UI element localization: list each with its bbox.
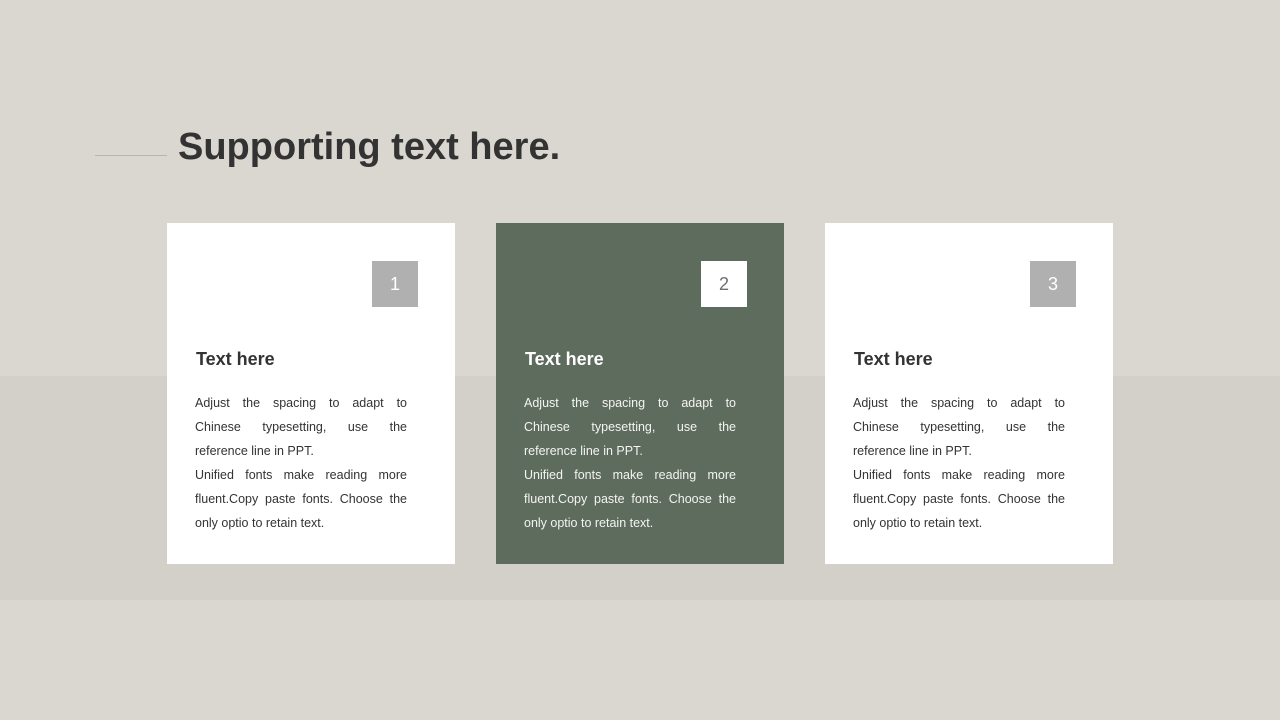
- card-number-badge: 2: [701, 261, 747, 307]
- card-2: 2 Text here Adjust the spacing to adapt …: [496, 223, 784, 564]
- card-1: 1 Text here Adjust the spacing to adapt …: [167, 223, 455, 564]
- card-heading: Text here: [854, 349, 933, 369]
- card-body-text: Adjust the spacing to adapt to Chinese t…: [524, 396, 736, 530]
- card-3: 3 Text here Adjust the spacing to adapt …: [825, 223, 1113, 564]
- card-heading: Text here: [525, 349, 604, 369]
- slide-title: Supporting text here.: [178, 126, 561, 168]
- card-number-badge: 1: [372, 261, 418, 307]
- card-body-text: Adjust the spacing to adapt to Chinese t…: [195, 396, 407, 530]
- card-number-badge: 3: [1030, 261, 1076, 307]
- card-heading: Text here: [196, 349, 275, 369]
- title-rule: [95, 155, 167, 156]
- card-body-text: Adjust the spacing to adapt to Chinese t…: [853, 396, 1065, 530]
